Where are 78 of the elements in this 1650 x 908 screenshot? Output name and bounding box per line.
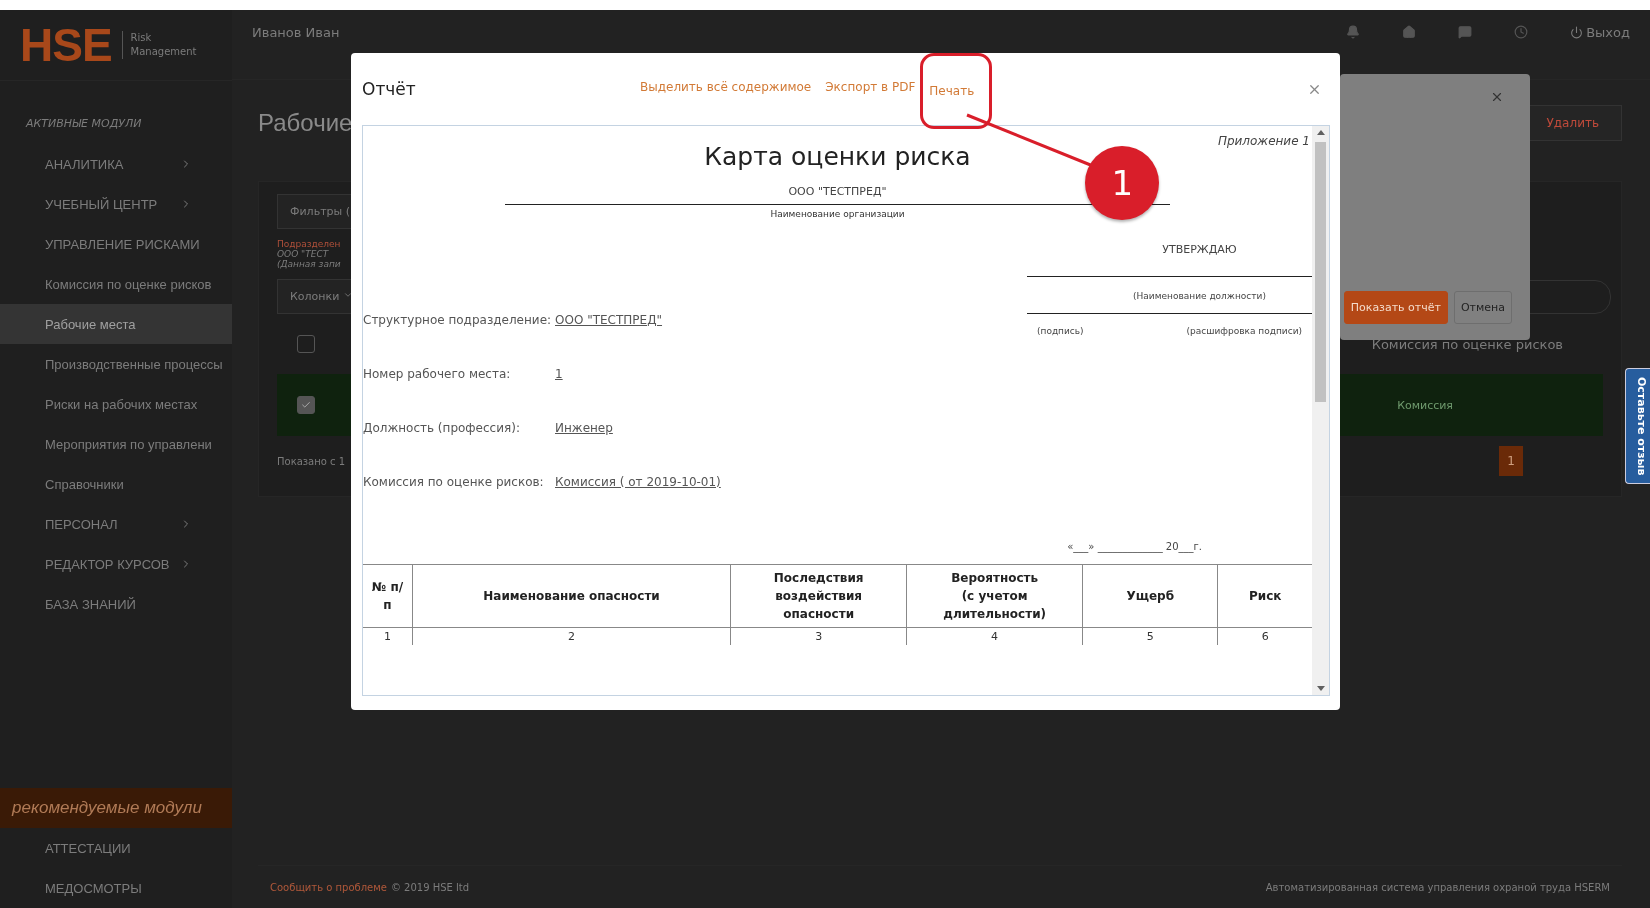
sidebar-item[interactable]: ПЕРСОНАЛ bbox=[0, 504, 232, 544]
column-header: Наименование опасности bbox=[412, 564, 731, 628]
date-line: «___» _____________ 20___г. bbox=[1067, 541, 1202, 552]
sidebar-item[interactable]: УЧЕБНЫЙ ЦЕНТР bbox=[0, 184, 232, 224]
sidebar-subitem[interactable]: Комиссия по оценке рисков bbox=[0, 264, 232, 304]
appendix-label: Приложение 1 bbox=[1217, 134, 1310, 148]
field-label: Структурное подразделение: bbox=[363, 313, 553, 327]
field-label: Комиссия по оценке рисков: bbox=[363, 475, 545, 489]
sidebar-item[interactable]: АНАЛИТИКА bbox=[0, 144, 232, 184]
toolbar-link[interactable]: Экспорт в PDF bbox=[825, 79, 916, 99]
table-cell: 1 bbox=[363, 627, 413, 645]
page-title: Рабочие bbox=[258, 109, 353, 137]
sidebar-item[interactable]: РЕДАКТОР КУРСОВ bbox=[0, 544, 232, 584]
organization-caption: Наименование организации bbox=[769, 208, 906, 219]
signature-caption: (подпись) bbox=[1037, 326, 1084, 336]
table-cell: 4 bbox=[906, 627, 1083, 645]
checkbox[interactable] bbox=[297, 396, 315, 414]
page-button[interactable]: 1 bbox=[1499, 446, 1523, 476]
dialog-title: Отчёт bbox=[362, 79, 417, 99]
sidebar-subitem[interactable]: Мероприятия по управлени bbox=[0, 424, 232, 464]
approve-label: УТВЕРЖДАЮ bbox=[1161, 243, 1238, 256]
column-header: Последствия воздействия опасности bbox=[730, 564, 907, 628]
field-label: Должность (профессия): bbox=[363, 421, 521, 435]
sidebar-item[interactable]: АТТЕСТАЦИИ bbox=[0, 828, 232, 868]
report-problem-link[interactable]: Сообщить о проблеме bbox=[270, 881, 387, 893]
scroll-up-arrow-icon[interactable] bbox=[1316, 130, 1325, 135]
check-icon bbox=[301, 400, 311, 410]
close-icon bbox=[1490, 90, 1504, 104]
sidebar-item[interactable]: БАЗА ЗНАНИЙ bbox=[0, 584, 232, 624]
filter-value: ООО "ТЕСТ bbox=[277, 249, 329, 259]
scroll-down-arrow-icon[interactable] bbox=[1316, 686, 1325, 691]
table-cell: 2 bbox=[412, 627, 731, 645]
home-icon[interactable] bbox=[1402, 25, 1417, 39]
pagination-info: Показано с 1 bbox=[277, 455, 346, 467]
system-name: Автоматизированная система управления охраной труда HSERM bbox=[1265, 881, 1610, 893]
position-caption: (Наименование должности) bbox=[1132, 290, 1267, 303]
show-report-button[interactable]: Показать отчёт bbox=[1343, 291, 1448, 324]
sidebar-item[interactable]: МЕДОСМОТРЫ bbox=[0, 868, 232, 908]
copyright: Сообщить о проблеме © 2019 HSE ltd bbox=[270, 881, 470, 893]
sidebar-subitem[interactable]: Риски на рабочих местах bbox=[0, 384, 232, 424]
field-value: 1 bbox=[555, 367, 563, 381]
signature-decode-caption: (расшифровка подписи) bbox=[1186, 326, 1302, 336]
column-header: Ущерб bbox=[1082, 564, 1218, 628]
bell-icon[interactable] bbox=[1346, 25, 1361, 39]
chat-icon[interactable] bbox=[1458, 25, 1473, 39]
table-cell: 3 bbox=[730, 627, 907, 645]
feedback-tab[interactable]: Оставьте отзыв bbox=[1625, 368, 1650, 485]
sidebar-subitem[interactable]: Справочники bbox=[0, 464, 232, 504]
power-icon bbox=[1570, 26, 1584, 39]
field-value: Комиссия ( от 2019-10-01) bbox=[555, 475, 721, 489]
logout-link[interactable]: Выход bbox=[1570, 25, 1630, 40]
field-label: Номер рабочего места: bbox=[363, 367, 512, 381]
clock-icon[interactable] bbox=[1514, 25, 1529, 39]
user-name: Иванов Иван bbox=[252, 25, 340, 40]
sidebar-subitem[interactable]: Рабочие места bbox=[0, 304, 232, 344]
close-button[interactable] bbox=[1490, 90, 1504, 104]
table-cell: 5 bbox=[1082, 627, 1218, 645]
column-header: № п/п bbox=[363, 564, 413, 628]
logo: HSE bbox=[20, 18, 112, 72]
field-value: ООО "ТЕСТПРЕД" bbox=[555, 313, 663, 327]
table-cell: Комиссия bbox=[1397, 398, 1453, 412]
logo-subtitle: Risk Management bbox=[121, 31, 201, 59]
toolbar-link[interactable]: Печать bbox=[929, 83, 975, 98]
cancel-button[interactable]: Отмена bbox=[1453, 291, 1512, 324]
filter-label: Подразделен bbox=[277, 239, 341, 249]
toolbar-link[interactable]: Выделить всё содержимое bbox=[640, 79, 812, 99]
callout-badge: 1 bbox=[1085, 145, 1160, 220]
field-value: Инженер bbox=[555, 421, 613, 435]
section-title: АКТИВНЫЕ МОДУЛИ bbox=[24, 116, 143, 132]
recommended-modules-header: рекомендуемые модули bbox=[0, 788, 232, 828]
filter-hint: (Данная запи bbox=[277, 259, 341, 269]
sidebar-subitem[interactable]: Производственные процессы bbox=[0, 344, 232, 384]
column-header: Комиссия по оценке рисков bbox=[1371, 336, 1563, 352]
column-header: Вероятность (с учетом длительности) bbox=[906, 564, 1083, 628]
sidebar-item[interactable]: УПРАВЛЕНИЕ РИСКАМИ bbox=[0, 224, 232, 264]
caret-icon bbox=[342, 290, 353, 300]
checkbox[interactable] bbox=[297, 335, 315, 353]
scrollbar[interactable] bbox=[1312, 126, 1329, 695]
